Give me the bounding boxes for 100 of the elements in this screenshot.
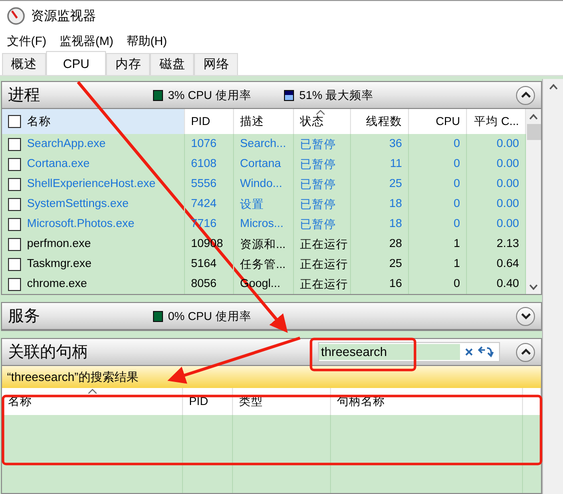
scroll-down-icon[interactable]: [529, 284, 538, 290]
clear-icon[interactable]: [464, 347, 474, 357]
chevron-icon: [520, 312, 530, 320]
app-icon: [7, 7, 25, 25]
max-frequency: 51% 最大频率: [299, 88, 374, 102]
table-cell: SystemSettings.exe: [2, 194, 185, 214]
table-cell: 已暂停: [294, 214, 351, 234]
checkbox[interactable]: [8, 138, 21, 150]
section-title: 关联的句柄: [8, 342, 89, 362]
table-cell: 28: [351, 234, 409, 254]
table-cell: 7424: [185, 194, 234, 214]
column-header[interactable]: 线程数: [351, 109, 409, 134]
table-cell: 任务管...: [234, 254, 294, 274]
table-cell: 正在运行: [294, 274, 351, 294]
table-cell: perfmon.exe: [2, 234, 185, 254]
refresh-icon[interactable]: [478, 345, 494, 359]
window-title: 资源监视器: [31, 7, 96, 25]
scrollbar[interactable]: [542, 79, 563, 494]
column-header[interactable]: 描述: [234, 109, 294, 134]
table-cell: 18: [351, 194, 409, 214]
collapse-button[interactable]: [516, 342, 535, 362]
table-cell: Microsoft.Photos.exe: [2, 214, 185, 234]
table-cell: 0: [409, 194, 467, 214]
menu-item[interactable]: 文件(F): [7, 33, 46, 50]
section-header[interactable]: 服务 0% CPU 使用率: [2, 303, 541, 330]
tab[interactable]: 概述: [2, 53, 46, 75]
table-cell: 5556: [185, 174, 234, 194]
table-cell: 正在运行: [294, 254, 351, 274]
table-cell: 25: [351, 254, 409, 274]
scrollbar[interactable]: [526, 109, 541, 294]
table-cell: 已暂停: [294, 154, 351, 174]
cpu-meter-icon: [153, 90, 163, 100]
table-cell: Micros...: [234, 214, 294, 234]
tab[interactable]: CPU: [46, 51, 106, 75]
column-header[interactable]: 状态: [294, 109, 351, 134]
search-result-bar: “threesearch”的搜索结果: [2, 366, 541, 388]
table-cell: 0: [409, 174, 467, 194]
table-cell: chrome.exe: [2, 274, 185, 294]
section-header[interactable]: 关联的句柄 threesearch: [2, 339, 541, 366]
checkbox[interactable]: [8, 115, 21, 128]
tab[interactable]: 磁盘: [150, 53, 194, 75]
scroll-up-icon[interactable]: [529, 114, 538, 120]
table-cell: 11: [351, 154, 409, 174]
table-cell: Search...: [234, 134, 294, 154]
table-cell: 1076: [185, 134, 234, 154]
table-cell: Windo...: [234, 174, 294, 194]
checkbox[interactable]: [8, 218, 21, 230]
checkbox[interactable]: [8, 198, 21, 210]
sort-icon: [316, 110, 325, 115]
cpu-usage: 3% CPU 使用率: [168, 88, 252, 102]
section-header[interactable]: 进程 3% CPU 使用率 51% 最大频率: [2, 82, 541, 109]
table-cell: 0: [409, 134, 467, 154]
frequency-meter-icon: [284, 90, 294, 100]
scroll-thumb[interactable]: [526, 124, 540, 140]
section-title: 进程: [8, 86, 41, 106]
table-cell: 0: [409, 214, 467, 234]
checkbox[interactable]: [8, 158, 21, 170]
table-cell: 已暂停: [294, 134, 351, 154]
menu-item[interactable]: 监视器(M): [59, 33, 114, 50]
cpu-meter-icon: [153, 310, 163, 322]
table-cell: 正在运行: [294, 234, 351, 254]
table-cell: SearchApp.exe: [2, 134, 185, 154]
chevron-icon: [520, 91, 530, 99]
scroll-up-icon[interactable]: [548, 84, 558, 90]
table-cell: Cortana.exe: [2, 154, 185, 174]
cpu-usage: 0% CPU 使用率: [168, 310, 252, 324]
table-cell: 已暂停: [294, 174, 351, 194]
checkbox[interactable]: [8, 178, 21, 190]
checkbox[interactable]: [8, 278, 21, 290]
table-cell: ShellExperienceHost.exe: [2, 174, 185, 194]
column-header[interactable]: CPU: [409, 109, 467, 134]
table-cell: 6108: [185, 154, 234, 174]
table-cell: 1: [409, 234, 467, 254]
collapse-button[interactable]: [516, 86, 535, 104]
tab[interactable]: 网络: [194, 53, 238, 75]
table-cell: 8056: [185, 274, 234, 294]
table-cell: 资源和...: [234, 234, 294, 254]
table-cell: 25: [351, 174, 409, 194]
checkbox[interactable]: [8, 258, 21, 270]
sort-icon: [88, 389, 97, 394]
table-cell: 1: [409, 254, 467, 274]
section-title: 服务: [8, 306, 41, 326]
table-cell: 已暂停: [294, 194, 351, 214]
checkbox[interactable]: [8, 238, 21, 250]
table-cell: 设置: [234, 194, 294, 214]
table-cell: Cortana: [234, 154, 294, 174]
column-header[interactable]: 名称: [2, 388, 183, 415]
search-field[interactable]: threesearch: [318, 342, 500, 362]
tab[interactable]: 内存: [106, 53, 150, 75]
table-cell: 18: [351, 214, 409, 234]
column-header[interactable]: 名称: [2, 109, 185, 134]
table-cell: Taskmgr.exe: [2, 254, 185, 274]
column-header[interactable]: PID: [185, 109, 234, 134]
table-cell: 5164: [185, 254, 234, 274]
table-cell: 36: [351, 134, 409, 154]
menu-item[interactable]: 帮助(H): [126, 33, 167, 50]
table-cell: 0: [409, 274, 467, 294]
column-header[interactable]: PID: [183, 388, 233, 415]
expand-button[interactable]: [516, 306, 535, 326]
table-cell: 16: [351, 274, 409, 294]
